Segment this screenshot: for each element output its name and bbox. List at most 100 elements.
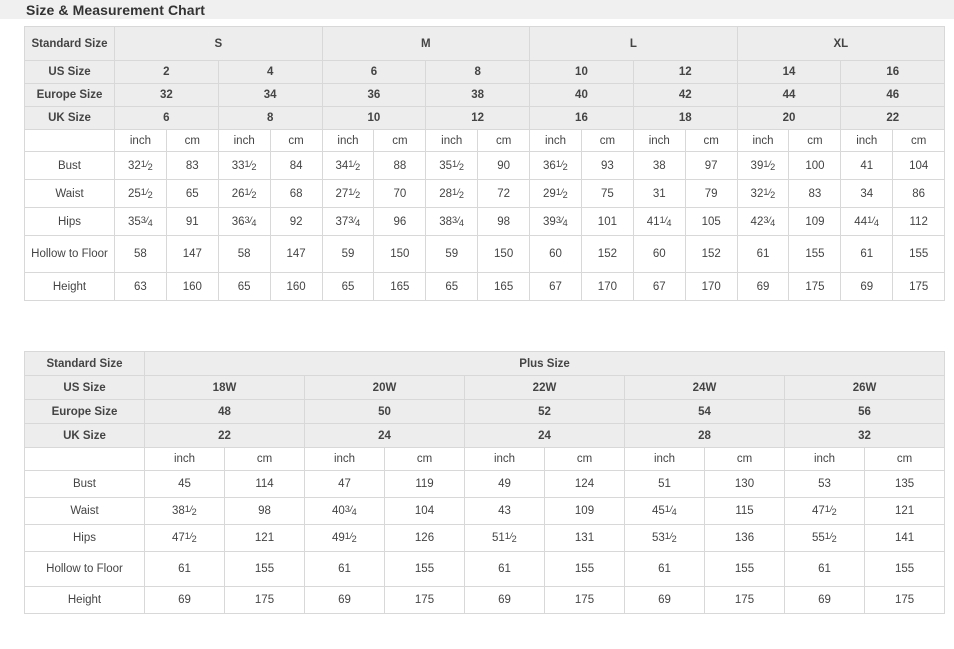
size-value: 6 <box>321 60 427 84</box>
measurement-value: 423/4 <box>736 207 790 236</box>
page-title: Size & Measurement Chart <box>26 1 206 18</box>
unit-header-cm: cm <box>165 129 219 152</box>
size-value: 34 <box>217 83 323 107</box>
measurement-value: 61 <box>784 551 865 587</box>
measurement-value: 441/4 <box>840 207 894 236</box>
size-value: 10 <box>321 106 427 130</box>
measurement-value: 451/4 <box>624 497 705 525</box>
measurement-value: 321/2 <box>114 151 167 180</box>
measurement-value: 69 <box>144 586 225 614</box>
measurement-value: 112 <box>892 207 946 236</box>
measurement-value: 136 <box>704 524 785 552</box>
measurement-value: 83 <box>788 179 842 208</box>
measurement-value: 373/4 <box>321 207 375 236</box>
measurement-value: 471/2 <box>144 524 225 552</box>
measurement-value: 175 <box>892 272 946 301</box>
standard-unit-row: inch cm inch cm inch cm inch cm inch cm inch cm inch… <box>24 129 946 152</box>
size-value: 22W <box>464 375 625 400</box>
measurement-value: 98 <box>224 497 305 525</box>
measurement-label: Bust <box>24 470 145 498</box>
size-value: 12 <box>425 106 531 130</box>
row-label: Europe Size <box>24 83 115 107</box>
size-group-header-s: S <box>114 26 323 61</box>
measurement-value: 165 <box>477 272 531 301</box>
table-row: Europe Size 48 50 52 54 56 <box>24 399 946 424</box>
measurement-value: 59 <box>321 235 375 273</box>
unit-row-label <box>24 129 115 152</box>
measurement-label: Bust <box>24 151 115 180</box>
size-value: 14 <box>736 60 842 84</box>
measurement-label: Height <box>24 586 145 614</box>
measurement-value: 38 <box>632 151 686 180</box>
measurement-value: 104 <box>892 151 946 180</box>
measurement-label: Height <box>24 272 115 301</box>
size-value: 12 <box>632 60 738 84</box>
standard-size-table-body: Standard Size S M L XL US Size 2 4 6 8 10 12 14 16 E… <box>24 26 946 301</box>
measurement-value: 126 <box>384 524 465 552</box>
measurement-value: 141 <box>863 524 946 552</box>
table-row: Europe Size 32 34 36 38 40 42 44 46 <box>24 83 946 107</box>
size-value: 8 <box>425 60 531 84</box>
measurement-value: 101 <box>580 207 634 236</box>
measurement-value: 60 <box>632 235 686 273</box>
standard-size-corner-label: Standard Size <box>24 26 115 61</box>
measurement-value: 150 <box>373 235 427 273</box>
measurement-value: 251/2 <box>114 179 167 208</box>
measurement-value: 341/2 <box>321 151 375 180</box>
size-value: 48 <box>144 399 305 424</box>
table-row: UK Size 22 24 24 28 32 <box>24 423 946 448</box>
measurement-value: 61 <box>840 235 894 273</box>
measurement-value: 121 <box>224 524 305 552</box>
measurement-value: 135 <box>863 470 946 498</box>
measurement-value: 88 <box>373 151 427 180</box>
measurement-value: 67 <box>529 272 582 301</box>
table-row: Height 63 160 65 160 65 165 65 165 67 170 67 170 69 17… <box>24 272 946 301</box>
table-row: Height 69 175 69 175 69 175 69 175 69 175 <box>24 586 946 614</box>
measurement-value: 58 <box>114 235 167 273</box>
tables-spacer <box>0 301 954 351</box>
measurement-value: 114 <box>224 470 305 498</box>
measurement-value: 175 <box>544 586 625 614</box>
measurement-value: 69 <box>784 586 865 614</box>
measurement-value: 170 <box>580 272 634 301</box>
size-value: 54 <box>624 399 785 424</box>
measurement-value: 59 <box>425 235 479 273</box>
measurement-value: 75 <box>580 179 634 208</box>
measurement-value: 155 <box>544 551 625 587</box>
measurement-value: 109 <box>788 207 842 236</box>
measurement-value: 152 <box>580 235 634 273</box>
measurement-value: 160 <box>165 272 219 301</box>
size-group-header-l: L <box>529 26 738 61</box>
unit-header-inch: inch <box>114 129 167 152</box>
measurement-value: 69 <box>624 586 705 614</box>
table-row: Bust 45 114 47 119 49 124 51 130 53 135 <box>24 470 946 498</box>
measurement-value: 175 <box>224 586 305 614</box>
row-label: UK Size <box>24 423 145 448</box>
unit-header-inch: inch <box>217 129 271 152</box>
measurement-value: 155 <box>384 551 465 587</box>
row-label: UK Size <box>24 106 115 130</box>
measurement-value: 58 <box>217 235 271 273</box>
unit-header-inch: inch <box>321 129 375 152</box>
measurement-value: 155 <box>892 235 946 273</box>
measurement-value: 471/2 <box>784 497 865 525</box>
size-value: 20 <box>736 106 842 130</box>
standard-group-header-row: Standard Size S M L XL <box>24 26 946 61</box>
measurement-value: 83 <box>165 151 219 180</box>
plus-size-group-header: Plus Size <box>143 351 946 376</box>
size-value: 6 <box>114 106 219 130</box>
measurement-value: 124 <box>544 470 625 498</box>
unit-header-cm: cm <box>684 129 738 152</box>
table-row: Hollow to Floor 61 155 61 155 61 155 61 155 61 155 <box>24 551 946 587</box>
plus-size-chart-wrapper: Standard Size Plus Size US Size 18W 20W 22W 2… <box>0 351 954 614</box>
measurement-value: 119 <box>384 470 465 498</box>
size-value: 36 <box>321 83 427 107</box>
measurement-value: 175 <box>704 586 785 614</box>
size-value: 16 <box>840 60 946 84</box>
table-row: Hollow to Floor 58 147 58 147 59 150 59 150 60 152… <box>24 235 946 273</box>
measurement-value: 150 <box>477 235 531 273</box>
measurement-value: 61 <box>624 551 705 587</box>
measurement-value: 61 <box>304 551 385 587</box>
measurement-value: 281/2 <box>425 179 479 208</box>
measurement-value: 90 <box>477 151 531 180</box>
